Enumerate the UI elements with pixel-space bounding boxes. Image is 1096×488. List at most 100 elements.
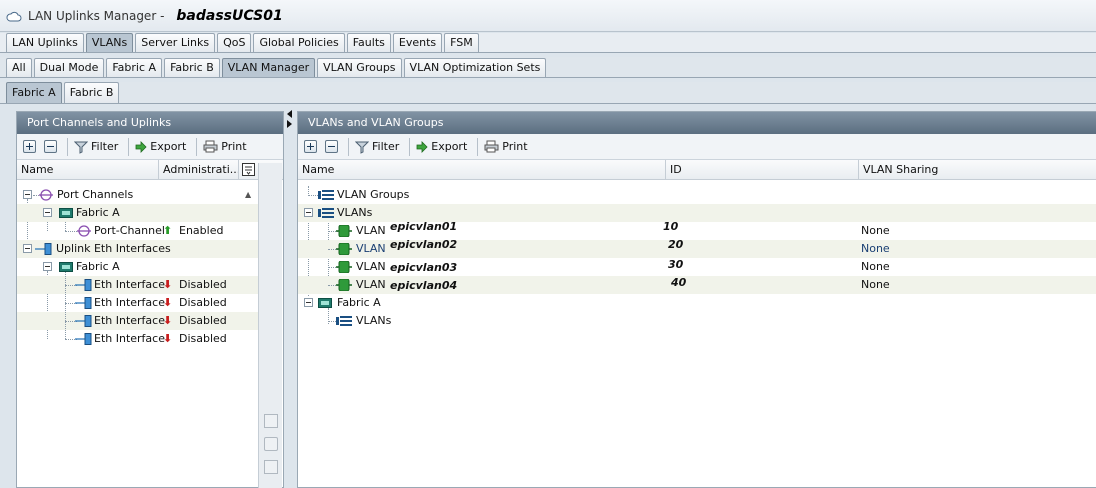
expand-all-button[interactable] [302,137,319,157]
tab-fabric-a[interactable]: Fabric A [106,58,163,77]
main-tab-bar: LAN Uplinks VLANs Server Links QoS Globa… [0,33,1096,53]
panel-splitter[interactable] [286,110,294,488]
tree-row-vlan[interactable]: VLAN epicvlan03 30 None [298,258,1096,276]
tab-fabric-a-manager[interactable]: Fabric A [6,82,62,103]
tree-row-port-channels[interactable]: Port Channels [17,186,258,204]
tree-row-uplink-eth-interfaces[interactable]: Uplink Eth Interfaces [17,240,258,258]
tab-fabric-b-manager[interactable]: Fabric B [63,82,120,103]
toolbar-separator [409,137,411,156]
tab-dual-mode[interactable]: Dual Mode [33,58,105,77]
tree-row-vlan[interactable]: VLAN epicvlan02 20 None [298,238,1096,258]
tree-label: VLAN [356,242,386,255]
tab-faults[interactable]: Faults [346,33,391,52]
vlan-sharing: None [861,224,890,237]
properties-icon[interactable] [264,460,278,474]
tab-vlans[interactable]: VLANs [85,33,134,52]
tree-row-fabric-a-eth[interactable]: Fabric A [17,258,258,276]
port-channel-icon [39,189,53,201]
eth-interface-icon [75,333,92,345]
tree-row-eth-interface[interactable]: Eth Interface ⬇ Disabled [17,285,258,312]
tree-row-fabric-a[interactable]: Fabric A [298,294,1096,312]
column-administrative[interactable]: Administrati... [159,160,239,179]
tree-label: Eth Interface [94,296,165,309]
tree-row-fabric-a-vlans[interactable]: VLANs [298,312,1096,330]
vlans-folder-icon [336,316,352,326]
disabled-arrow-icon: ⬇ [163,332,173,345]
tab-server-links[interactable]: Server Links [135,33,216,52]
vlans-folder-icon [318,208,334,218]
plus-icon [304,140,317,153]
filter-button[interactable]: Filter [72,137,120,157]
window-title: LAN Uplinks Manager - [28,8,165,23]
collapse-toggle-icon[interactable] [304,298,313,307]
print-button[interactable]: Print [482,137,529,157]
tree-label: Eth Interface [94,332,165,345]
filter-label: Filter [91,140,119,153]
port-channels-panel: Port Channels and Uplinks Filter Export … [16,111,284,488]
tab-fabric-b[interactable]: Fabric B [164,58,220,77]
collapse-toggle-icon[interactable] [304,208,313,217]
expand-all-button[interactable] [21,137,38,157]
eth-interface-icon [75,297,92,309]
tab-events[interactable]: Events [392,33,443,52]
tree-row-vlan[interactable]: VLAN epicvlan04 40 None [298,276,1096,294]
eth-interface-icon [75,315,92,327]
collapse-toggle-icon[interactable] [43,262,52,271]
collapse-toggle-icon[interactable] [43,208,52,217]
toolbar-separator [128,137,130,156]
tree-row-eth-interface[interactable]: Eth Interface ⬇ Disabled [17,272,258,294]
tree-row-eth-interface[interactable]: Eth Interface ⬇ Disabled [17,321,258,348]
collapse-all-button[interactable] [323,137,340,157]
toolbar-separator [67,137,68,156]
vlans-panel: VLANs and VLAN Groups Filter Export Prin… [297,111,1096,488]
tree-label: VLAN Groups [337,188,410,201]
column-id[interactable]: ID [666,160,859,179]
tree-label: VLAN [356,278,386,291]
tab-vlan-groups[interactable]: VLAN Groups [317,58,402,77]
vlan-icon [336,279,352,291]
delete-trash-icon[interactable] [264,437,278,451]
tree-row-eth-interface[interactable]: Eth Interface ⬇ Disabled [17,303,258,330]
column-chooser-icon [242,163,255,176]
disabled-arrow-icon: ⬇ [163,278,173,291]
vlan-icon [336,261,352,273]
tab-vlan-manager[interactable]: VLAN Manager [221,58,316,77]
tree-row-fabric-a[interactable]: Fabric A [17,204,258,222]
tab-qos[interactable]: QoS [217,33,252,52]
toolbar-separator [196,137,198,156]
tree-row-vlan-groups[interactable]: VLAN Groups [298,186,1096,204]
column-chooser-button[interactable] [239,160,259,179]
tree-row-port-channel[interactable]: Port-Channel ⬆ Enabled [17,222,258,240]
filter-button[interactable]: Filter [353,137,401,157]
add-icon[interactable] [264,414,278,428]
vlan-icon [336,243,352,255]
tree-connector [65,303,66,321]
collapse-toggle-icon[interactable] [23,190,32,199]
column-name[interactable]: Name [298,160,666,179]
filter-label: Filter [372,140,400,153]
vlan-sharing: None [861,260,890,273]
export-label: Export [431,140,468,153]
collapse-toggle-icon[interactable] [23,244,32,253]
tab-global-policies[interactable]: Global Policies [253,33,345,52]
tree-connector [65,272,66,285]
vlan-tree: VLAN Groups VLANs VLAN epicvlan01 10 Non… [298,186,1096,488]
column-vlan-sharing[interactable]: VLAN Sharing [859,160,1096,179]
tab-all[interactable]: All [6,58,32,77]
tab-vlan-optimization-sets[interactable]: VLAN Optimization Sets [403,58,547,77]
tab-lan-uplinks[interactable]: LAN Uplinks [6,33,84,52]
export-arrow-icon [416,140,428,153]
column-name[interactable]: Name [17,160,159,179]
collapse-all-button[interactable] [42,137,59,157]
tree-connector [65,231,77,232]
export-button[interactable]: Export [414,137,469,157]
collapse-left-arrow-icon[interactable] [287,110,292,118]
plus-icon [23,140,36,153]
collapse-right-arrow-icon[interactable] [287,120,292,128]
vlan-id: 30 [668,258,684,271]
export-button[interactable]: Export [133,137,188,157]
print-button[interactable]: Print [201,137,248,157]
scroll-up-button[interactable]: ▲ [245,190,255,200]
admin-state: Disabled [179,278,227,291]
tab-fsm[interactable]: FSM [444,33,479,52]
